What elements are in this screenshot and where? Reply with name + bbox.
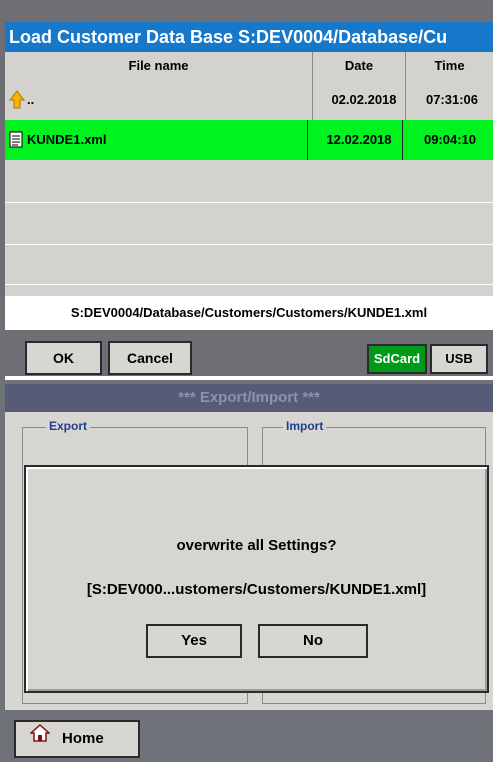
file-row-kunde1[interactable]: KUNDE1.xml 12.02.2018 09:04:10 xyxy=(5,120,493,160)
file-row-parent[interactable]: .. 02.02.2018 07:31:06 xyxy=(5,80,493,120)
no-button[interactable]: No xyxy=(258,624,368,658)
import-group-label: Import xyxy=(283,419,327,433)
selected-file-path: S:DEV0004/Database/Customers/Customers/K… xyxy=(5,296,493,330)
dialog-title: Load Customer Data Base S:DEV0004/Databa… xyxy=(5,22,493,52)
column-divider xyxy=(402,120,403,160)
sdcard-button[interactable]: SdCard xyxy=(367,344,427,374)
yes-button[interactable]: Yes xyxy=(146,624,242,658)
ok-button[interactable]: OK xyxy=(25,341,102,375)
column-divider xyxy=(307,120,308,160)
column-header-name[interactable]: File name xyxy=(5,52,312,80)
home-icon xyxy=(29,722,51,756)
column-header-date[interactable]: Date xyxy=(313,52,405,80)
row-divider xyxy=(5,284,493,285)
home-label: Home xyxy=(62,730,104,748)
export-group-label: Export xyxy=(46,419,91,433)
file-date: 02.02.2018 xyxy=(331,92,397,107)
confirm-path: [S:DEV000...ustomers/Customers/KUNDE1.xm… xyxy=(86,581,427,598)
cancel-button[interactable]: Cancel xyxy=(108,341,192,375)
column-header-time[interactable]: Time xyxy=(406,52,493,80)
home-button[interactable]: Home xyxy=(14,720,140,758)
row-divider xyxy=(5,244,493,245)
file-name: .. xyxy=(27,92,35,107)
file-date: 12.02.2018 xyxy=(326,132,392,147)
xml-file-icon xyxy=(8,120,24,160)
screen-title: *** Export/Import *** xyxy=(5,384,493,412)
file-time: 09:04:10 xyxy=(423,132,477,147)
file-time: 07:31:06 xyxy=(425,92,479,107)
usb-button[interactable]: USB xyxy=(430,344,488,374)
file-name: KUNDE1.xml xyxy=(27,132,107,147)
confirm-question: overwrite all Settings? xyxy=(176,537,337,554)
row-divider xyxy=(5,202,493,203)
folder-up-icon xyxy=(8,80,26,120)
